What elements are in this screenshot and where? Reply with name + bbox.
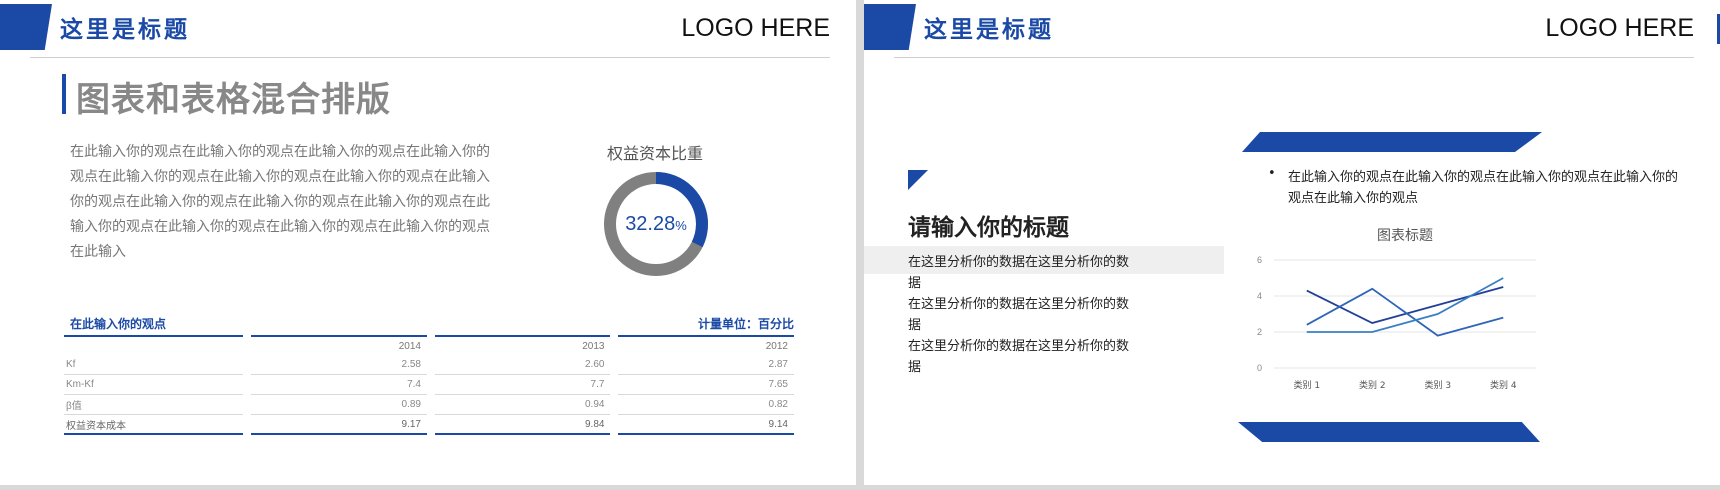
table-cell: Km-Kf bbox=[64, 375, 244, 395]
table-cell: 0.89 bbox=[251, 395, 427, 415]
top-parallelogram-shape bbox=[1242, 132, 1542, 152]
table-cell: 2.87 bbox=[618, 355, 794, 375]
x-tick-label: 类别 2 bbox=[1359, 379, 1386, 391]
table-cell: 2.60 bbox=[434, 355, 611, 375]
logo: LOGO HERE bbox=[681, 14, 830, 42]
x-tick-label: 类别 3 bbox=[1424, 379, 1451, 391]
analysis-line: 在这里分析你的数据在这里分析你的数据 bbox=[908, 255, 1130, 291]
header-divider bbox=[894, 57, 1694, 58]
header-corner-shape bbox=[0, 4, 52, 50]
chart-title: 图表标题 bbox=[1377, 228, 1433, 244]
analysis-line: 在这里分析你的数据在这里分析你的数据 bbox=[908, 339, 1130, 375]
table-cell: β值 bbox=[64, 395, 244, 415]
bullet-mark: • bbox=[1268, 166, 1276, 181]
table-cell: 9.17 bbox=[251, 415, 427, 435]
subtitle: 请输入你的标题 bbox=[908, 215, 1069, 241]
table-cell: 7.65 bbox=[618, 375, 794, 395]
table-header-cell bbox=[64, 335, 244, 355]
table-cell: 7.7 bbox=[434, 375, 611, 395]
slide-right: 这里是标题 LOGO HERE 请输入你的标题 在这里分析你的数据在这里分析你的… bbox=[864, 0, 1720, 485]
header-title: 这里是标题 bbox=[60, 17, 190, 43]
table-row: Kf 2.58 2.60 2.87 bbox=[64, 355, 794, 375]
table-header-cell: 2012 bbox=[618, 335, 794, 355]
y-tick-label: 0 bbox=[1257, 363, 1262, 373]
table-cell: 7.4 bbox=[251, 375, 427, 395]
series-line-1 bbox=[1306, 286, 1504, 324]
table-cell: 9.84 bbox=[434, 415, 611, 435]
y-tick-label: 6 bbox=[1257, 255, 1262, 265]
donut-value-number: 32.28 bbox=[625, 213, 676, 235]
body-paragraph: 在此输入你的观点在此输入你的观点在此输入你的观点在此输入你的观点在此输入你的观点… bbox=[70, 144, 490, 260]
bullet-text: 在此输入你的观点在此输入你的观点在此输入你的观点在此输入你的观点在此输入你的观点 bbox=[1288, 170, 1679, 206]
y-tick-label: 4 bbox=[1257, 291, 1262, 301]
donut-value-unit: % bbox=[675, 218, 687, 233]
table-cell: 权益资本成本 bbox=[64, 415, 244, 435]
header-divider bbox=[30, 57, 830, 58]
section-title-bar bbox=[62, 74, 66, 114]
section-title: 图表和表格混合排版 bbox=[76, 80, 391, 120]
table-cell: 2.58 bbox=[251, 355, 427, 375]
logo: LOGO HERE bbox=[1545, 14, 1694, 42]
table-header-cell: 2013 bbox=[434, 335, 611, 355]
table-cell: 0.94 bbox=[434, 395, 611, 415]
table-header-cell: 2014 bbox=[251, 335, 427, 355]
table-cell: Kf bbox=[64, 355, 244, 375]
bottom-parallelogram-shape bbox=[1238, 422, 1540, 442]
table-row: 权益资本成本 9.17 9.84 9.14 bbox=[64, 415, 794, 435]
table-caption: 在此输入你的观点 bbox=[70, 317, 167, 331]
table-unit: 计量单位：百分比 bbox=[697, 317, 794, 331]
slide-left: 这里是标题 LOGO HERE 图表和表格混合排版 在此输入你的观点在此输入你的… bbox=[0, 0, 856, 485]
x-tick-label: 类别 1 bbox=[1293, 379, 1320, 391]
header-corner-shape bbox=[864, 4, 916, 50]
y-tick-label: 2 bbox=[1257, 327, 1262, 337]
table-row: Km-Kf 7.4 7.7 7.65 bbox=[64, 375, 794, 395]
data-table: 2014 2013 2012 Kf 2.58 2.60 2.87 Km-Kf 7… bbox=[64, 335, 794, 435]
table-header-row: 2014 2013 2012 bbox=[64, 335, 794, 355]
title-triangle-shape bbox=[908, 170, 928, 190]
table-row: β值 0.89 0.94 0.82 bbox=[64, 395, 794, 415]
donut-value: 32.28% bbox=[602, 170, 710, 278]
analysis-text: 在这里分析你的数据在这里分析你的数据 在这里分析你的数据在这里分析你的数据 在这… bbox=[908, 252, 1138, 378]
donut-title: 权益资本比重 bbox=[606, 144, 703, 163]
table-cell: 9.14 bbox=[618, 415, 794, 435]
x-tick-label: 类别 4 bbox=[1490, 379, 1517, 391]
header-title: 这里是标题 bbox=[924, 17, 1054, 43]
analysis-line: 在这里分析你的数据在这里分析你的数据 bbox=[908, 297, 1130, 333]
table-cell: 0.82 bbox=[618, 395, 794, 415]
line-chart: 图表标题 0 2 4 6 类别 1 类别 2 类别 3 类别 4 bbox=[1257, 228, 1536, 391]
